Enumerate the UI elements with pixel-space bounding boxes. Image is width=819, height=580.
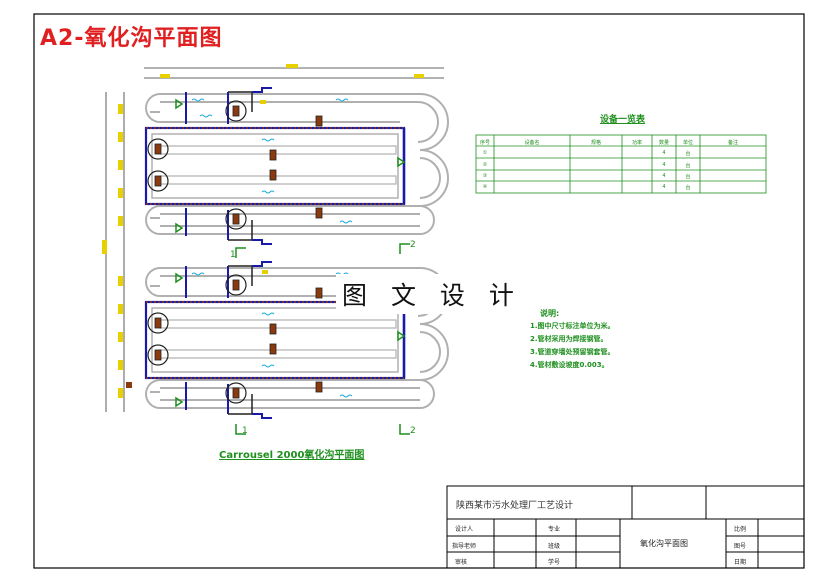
section-mark-2-bottom: 2 <box>410 426 416 436</box>
equipment-row-unit: 台 <box>685 174 691 180</box>
note-item: 4.管材敷设坡度0.003。 <box>530 361 609 369</box>
equipment-row-unit: 台 <box>685 151 691 157</box>
outlet-box <box>126 382 132 388</box>
equipment-row-no: ③ <box>482 173 488 179</box>
equipment-row-qty: 4 <box>662 162 666 168</box>
equipment-row-no: ④ <box>482 184 488 190</box>
section-mark-1-bottom: 1 <box>242 426 248 436</box>
equipment-header-cell: 单位 <box>682 140 693 146</box>
note-item: 1.图中尺寸标注单位为米。 <box>530 322 615 330</box>
scale-label: 比例 <box>734 526 747 533</box>
project-name: 陕西某市污水处理厂工艺设计 <box>456 501 574 511</box>
equipment-header-cell: 功率 <box>631 140 642 146</box>
equipment-table-title: 设备一览表 <box>600 115 646 125</box>
checker-label: 指导老师 <box>452 543 477 550</box>
drawing-caption: Carrousel 2000氧化沟平面图 <box>219 450 365 461</box>
equipment-row-no: ② <box>482 162 488 168</box>
notes-title: 说明: <box>540 309 560 318</box>
date-label: 日期 <box>734 559 747 566</box>
class-label: 班级 <box>548 543 561 550</box>
aerator-equipment <box>154 105 323 399</box>
major-label: 专业 <box>548 526 561 533</box>
section-mark-1-top: 1 <box>230 250 236 260</box>
equipment-row-qty: 4 <box>662 150 666 156</box>
equipment-header-cell: 规格 <box>590 140 601 146</box>
equipment-row-no: ① <box>482 150 488 156</box>
equipment-row-unit: 台 <box>685 163 691 169</box>
equipment-header-cell: 序号 <box>479 140 490 146</box>
sheet-label: 图号 <box>734 543 747 550</box>
reviewer-label: 审核 <box>455 559 468 566</box>
equipment-header-cell: 数量 <box>658 140 669 146</box>
section-mark-2-top: 2 <box>410 240 416 250</box>
equipment-row-unit: 台 <box>685 185 691 191</box>
drawing-name: 氧化沟平面图 <box>640 539 688 548</box>
student-no-label: 学号 <box>548 559 561 566</box>
drawing-heading: A2-氧化沟平面图 <box>40 26 223 51</box>
equipment-header-cell: 设备名 <box>524 140 540 146</box>
note-item: 3.管道穿墙处预留钢套管。 <box>530 348 615 356</box>
equipment-row-qty: 4 <box>662 184 666 190</box>
watermark: 图 文 设 计 <box>336 274 528 314</box>
equipment-row-qty: 4 <box>662 173 666 179</box>
equipment-header-cell: 备注 <box>727 140 738 146</box>
designer-label: 设计人 <box>455 526 474 533</box>
note-item: 2.管材采用为焊接钢管。 <box>530 335 608 343</box>
oxidation-ditch-upper <box>144 87 449 245</box>
